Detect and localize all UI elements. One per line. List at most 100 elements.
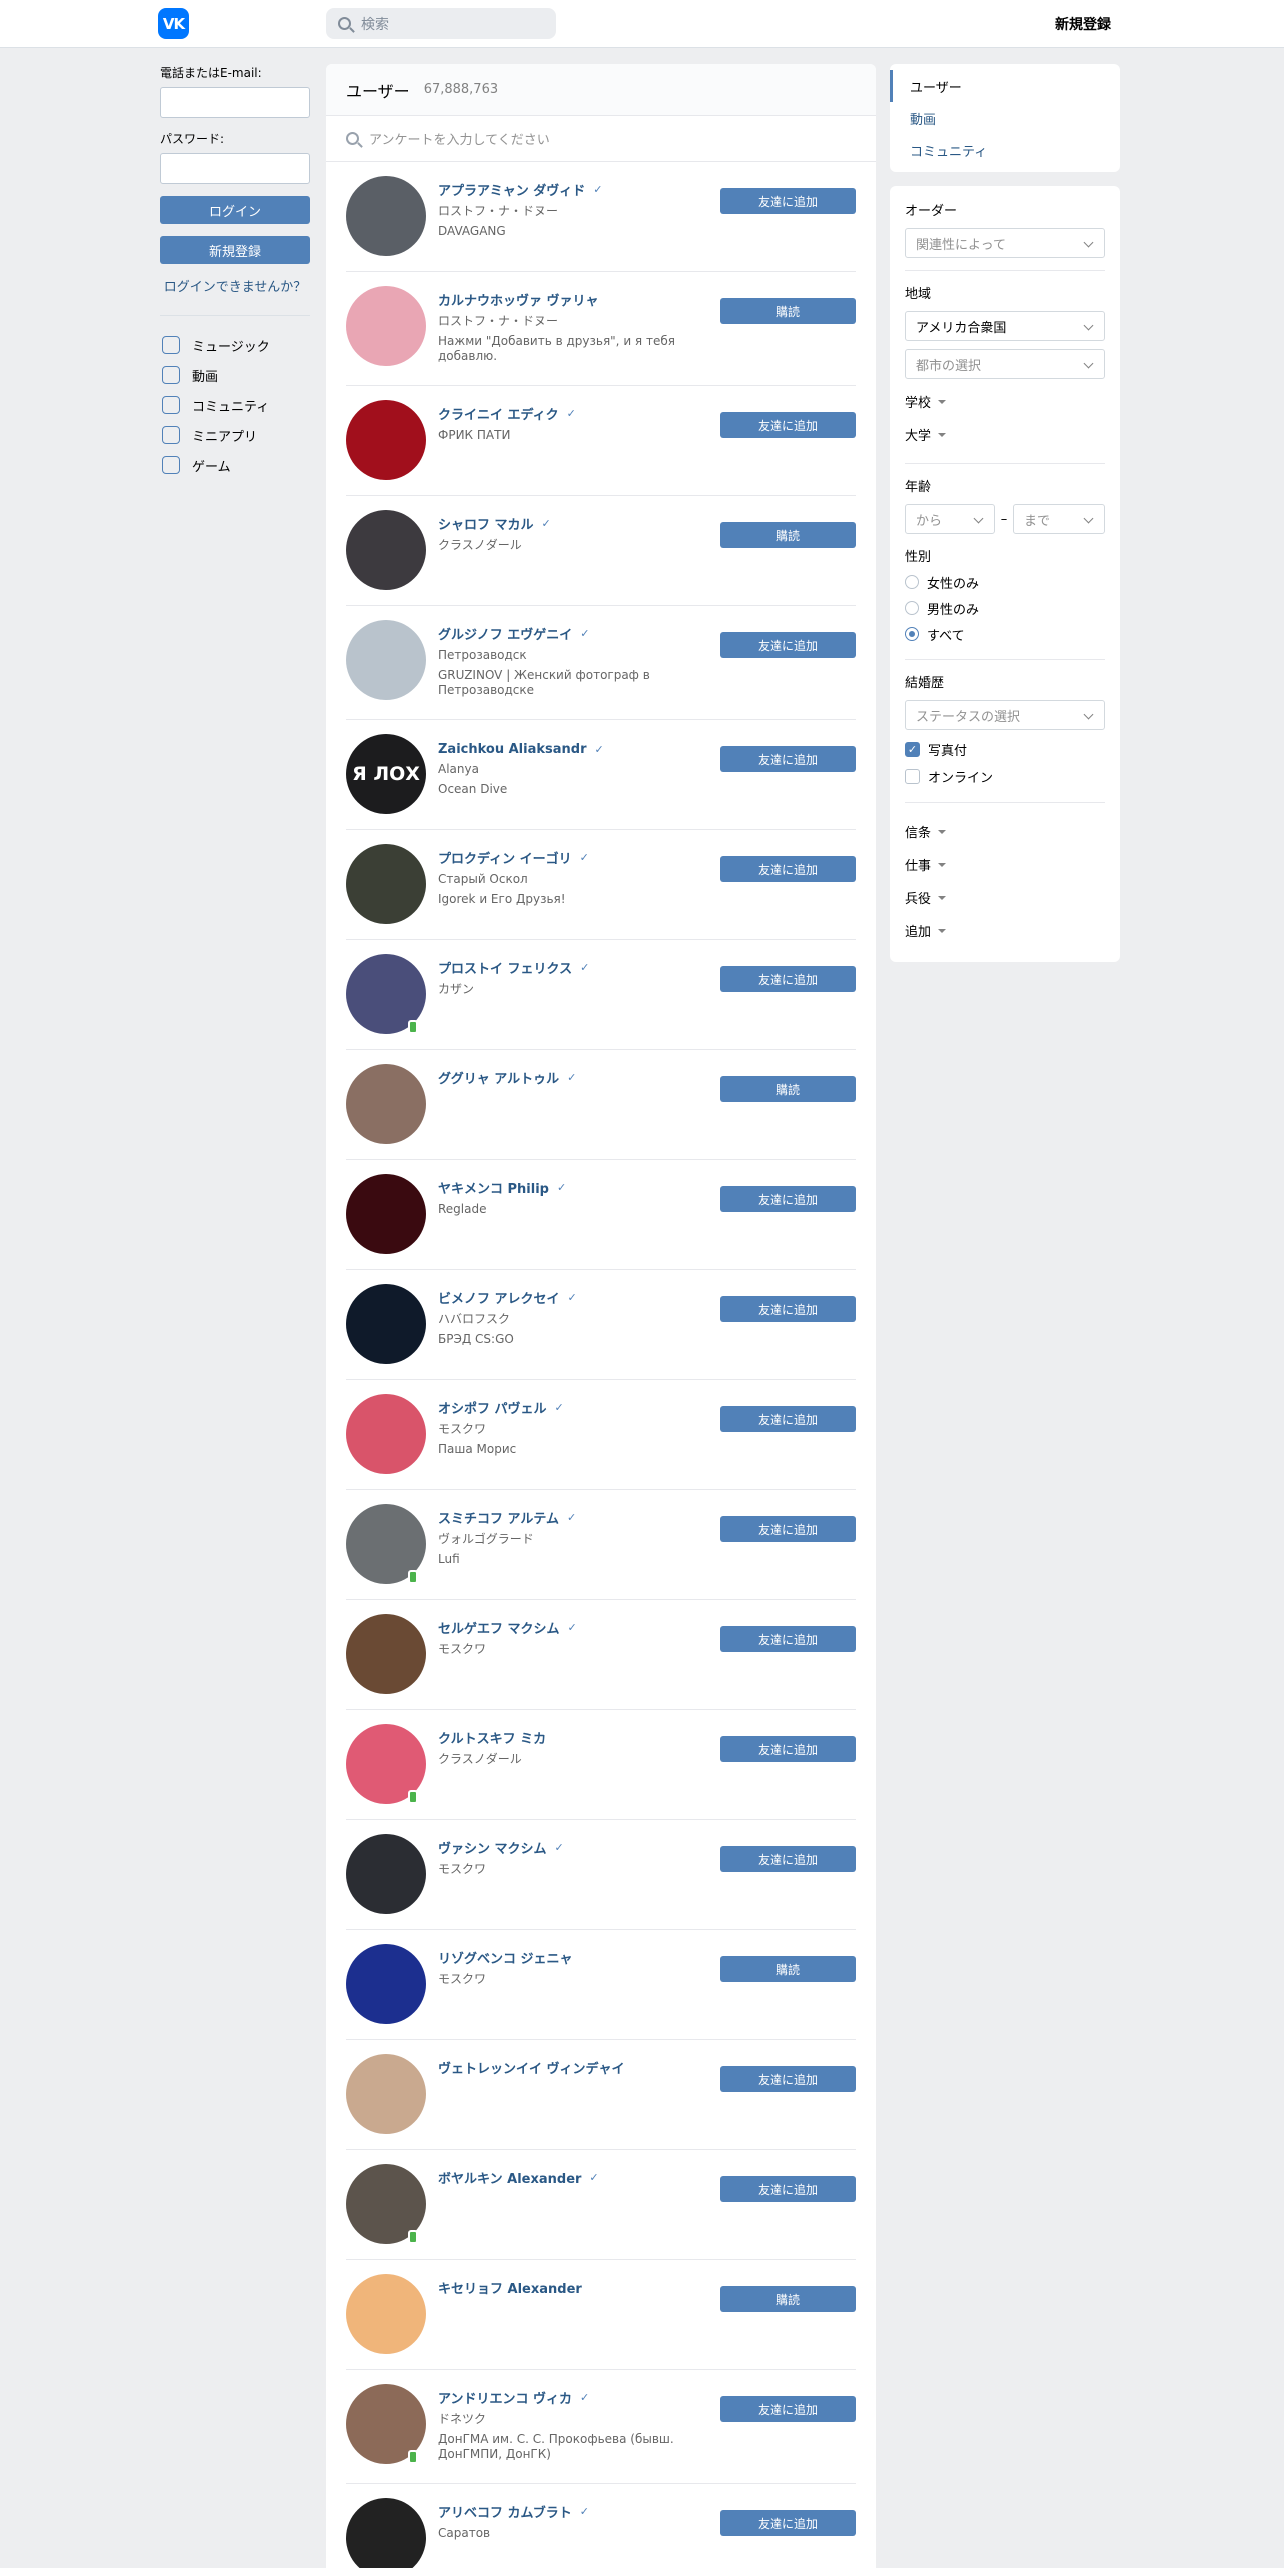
subscribe-button[interactable]: 購読 xyxy=(720,2286,856,2312)
section-tab[interactable]: 動画 xyxy=(890,102,1120,134)
section-tab[interactable]: ユーザー xyxy=(890,70,1120,102)
person-name-link[interactable]: リゾグベンコ ジェニャ xyxy=(438,1948,573,1967)
person-name-link[interactable]: プロクディン イーゴリ ✓ xyxy=(438,848,589,867)
person-name-link[interactable]: プロストイ フェリクス ✓ xyxy=(438,958,589,977)
header-search-input[interactable]: 検索 xyxy=(326,8,556,39)
filter-expander[interactable]: 追加 xyxy=(905,914,1105,947)
avatar[interactable] xyxy=(346,620,426,700)
country-select[interactable]: アメリカ合衆国 xyxy=(905,311,1105,341)
phone-email-input[interactable] xyxy=(160,87,310,118)
avatar[interactable] xyxy=(346,844,426,924)
person-name-link[interactable]: カルナウホッヴァ ヴァリャ xyxy=(438,290,599,309)
age-to-select[interactable]: まで xyxy=(1013,504,1105,534)
add-friend-button[interactable]: 友達に追加 xyxy=(720,1846,856,1872)
add-friend-button[interactable]: 友達に追加 xyxy=(720,966,856,992)
gender-radio[interactable]: 男性のみ xyxy=(905,595,1105,621)
person-name-link[interactable]: アンドリエンコ ヴィカ ✓ xyxy=(438,2388,589,2407)
filter-expander[interactable]: 信条 xyxy=(905,815,1105,848)
person-name-link[interactable]: グルジノフ エヴゲニイ ✓ xyxy=(438,624,590,643)
gender-radio[interactable]: すべて xyxy=(905,621,1105,647)
search-icon xyxy=(346,132,359,145)
person-row: プロクディン イーゴリ ✓ Старый Оскол Igorek и Его Дру… xyxy=(346,830,856,940)
person-name-link[interactable]: オシポフ パヴェル ✓ xyxy=(438,1398,564,1417)
marital-select[interactable]: ステータスの選択 xyxy=(905,700,1105,730)
avatar[interactable]: Я ЛОХ xyxy=(346,734,426,814)
filter-expander[interactable]: 仕事 xyxy=(905,848,1105,881)
online-checkbox[interactable]: オンライン xyxy=(905,763,1105,790)
order-select[interactable]: 関連性によって xyxy=(905,228,1105,258)
add-friend-button[interactable]: 友達に追加 xyxy=(720,2396,856,2422)
person-name-link[interactable]: スミチコフ アルテム ✓ xyxy=(438,1508,576,1527)
login-button[interactable]: ログイン xyxy=(160,196,310,224)
avatar[interactable] xyxy=(346,400,426,480)
avatar[interactable] xyxy=(346,1174,426,1254)
add-friend-button[interactable]: 友達に追加 xyxy=(720,2066,856,2092)
left-nav-item[interactable]: ゲーム xyxy=(160,450,310,480)
city-select[interactable]: 都市の選択 xyxy=(905,349,1105,379)
university-expander[interactable]: 大学 xyxy=(905,418,1105,451)
subscribe-button[interactable]: 購読 xyxy=(720,522,856,548)
add-friend-button[interactable]: 友達に追加 xyxy=(720,632,856,658)
avatar[interactable] xyxy=(346,510,426,590)
section-tab[interactable]: コミュニティ xyxy=(890,134,1120,166)
left-nav-item[interactable]: コミュニティ xyxy=(160,390,310,420)
avatar[interactable] xyxy=(346,1284,426,1364)
avatar[interactable] xyxy=(346,1614,426,1694)
subscribe-button[interactable]: 購読 xyxy=(720,1956,856,1982)
avatar[interactable] xyxy=(346,2498,426,2568)
person-name-link[interactable]: Zaichkou Aliaksandr ✓ xyxy=(438,742,604,757)
person-name-link[interactable]: シャロフ マカル ✓ xyxy=(438,514,551,533)
people-search-input[interactable]: アンケートを入力してください xyxy=(326,116,876,162)
add-friend-button[interactable]: 友達に追加 xyxy=(720,1406,856,1432)
add-friend-button[interactable]: 友達に追加 xyxy=(720,2176,856,2202)
add-friend-button[interactable]: 友達に追加 xyxy=(720,1186,856,1212)
left-nav-item[interactable]: ミニアプリ xyxy=(160,420,310,450)
left-nav-item[interactable]: 動画 xyxy=(160,360,310,390)
add-friend-button[interactable]: 友達に追加 xyxy=(720,1626,856,1652)
avatar[interactable] xyxy=(346,286,426,366)
subscribe-button[interactable]: 購読 xyxy=(720,298,856,324)
person-name-link[interactable]: クライニイ エディク ✓ xyxy=(438,404,576,423)
school-expander[interactable]: 学校 xyxy=(905,385,1105,418)
forgot-login-link[interactable]: ログインできませんか？ xyxy=(160,276,310,295)
avatar[interactable] xyxy=(346,1064,426,1144)
add-friend-button[interactable]: 友達に追加 xyxy=(720,1736,856,1762)
gender-radio[interactable]: 女性のみ xyxy=(905,569,1105,595)
age-from-select[interactable]: から xyxy=(905,504,995,534)
person-name-link[interactable]: アリベコフ カムブラト ✓ xyxy=(438,2502,589,2521)
avatar[interactable] xyxy=(346,1834,426,1914)
add-friend-button[interactable]: 友達に追加 xyxy=(720,856,856,882)
mobile-online-icon xyxy=(408,2230,418,2244)
person-name-link[interactable]: ボヤルキン Alexander ✓ xyxy=(438,2168,599,2187)
avatar[interactable] xyxy=(346,1944,426,2024)
add-friend-button[interactable]: 友達に追加 xyxy=(720,2510,856,2536)
person-name-link[interactable]: ヴァシン マクシム ✓ xyxy=(438,1838,564,1857)
person-name-link[interactable]: ビメノフ アレクセイ ✓ xyxy=(438,1288,577,1307)
add-friend-button[interactable]: 友達に追加 xyxy=(720,412,856,438)
person-name-link[interactable]: ググリャ アルトゥル ✓ xyxy=(438,1068,576,1087)
filter-expander[interactable]: 兵役 xyxy=(905,881,1105,914)
person-name: ビメノフ アレクセイ xyxy=(438,1292,560,1307)
vk-logo-icon[interactable]: VK xyxy=(158,8,189,39)
person-row: キセリョフ Alexander 購読 xyxy=(346,2260,856,2370)
add-friend-button[interactable]: 友達に追加 xyxy=(720,188,856,214)
password-input[interactable] xyxy=(160,153,310,184)
header-signup-link[interactable]: 新規登録 xyxy=(1055,14,1111,34)
person-name-link[interactable]: セルゲエフ マクシム ✓ xyxy=(438,1618,577,1637)
avatar[interactable] xyxy=(346,2274,426,2354)
avatar[interactable] xyxy=(346,2054,426,2134)
add-friend-button[interactable]: 友達に追加 xyxy=(720,746,856,772)
person-name-link[interactable]: ヤキメンコ Philip ✓ xyxy=(438,1178,566,1197)
add-friend-button[interactable]: 友達に追加 xyxy=(720,1296,856,1322)
person-name-link[interactable]: キセリョフ Alexander xyxy=(438,2278,582,2297)
person-name-link[interactable]: ヴェトレッンイイ ヴィンデャイ xyxy=(438,2058,625,2077)
signup-button[interactable]: 新規登録 xyxy=(160,236,310,264)
left-nav-item[interactable]: ミュージック xyxy=(160,330,310,360)
avatar[interactable] xyxy=(346,1394,426,1474)
person-name-link[interactable]: クルトスキフ ミカ xyxy=(438,1728,546,1747)
person-name-link[interactable]: アプラアミャン ダヴィド ✓ xyxy=(438,180,603,199)
subscribe-button[interactable]: 購読 xyxy=(720,1076,856,1102)
add-friend-button[interactable]: 友達に追加 xyxy=(720,1516,856,1542)
with-photo-checkbox[interactable]: ✓ 写真付 xyxy=(905,736,1105,763)
avatar[interactable] xyxy=(346,176,426,256)
